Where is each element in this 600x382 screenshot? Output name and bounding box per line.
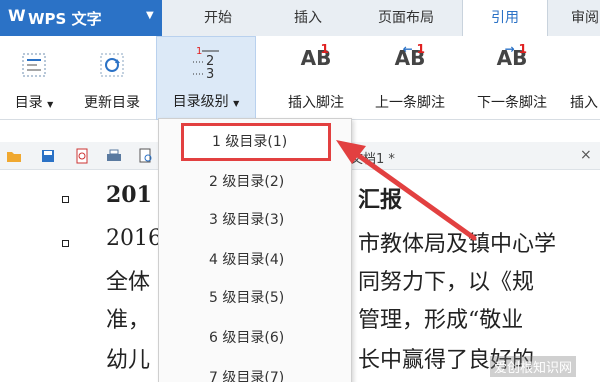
doc-line3-right: 管理，形成“敬业 bbox=[358, 308, 524, 333]
doc-line2-left: 全体 bbox=[106, 270, 151, 295]
tab-page-layout[interactable]: 页面布局 bbox=[364, 0, 448, 36]
prev-footnote-icon: AB ← 1 bbox=[394, 42, 426, 70]
doc-line4-left: 幼儿 bbox=[106, 348, 151, 373]
prev-footnote-label: 上一条脚注 bbox=[375, 95, 445, 111]
export-pdf-icon[interactable] bbox=[74, 148, 90, 164]
toc-level-label: 目录级别 bbox=[172, 94, 229, 110]
update-toc-label: 更新目录 bbox=[84, 95, 140, 111]
toc-level-5-item[interactable]: 5 级目录(5) bbox=[159, 279, 351, 317]
doc-line3-left: 准， bbox=[106, 308, 151, 333]
doc-para-left: 2016 bbox=[106, 226, 162, 251]
toc-icon bbox=[22, 53, 46, 77]
bullet bbox=[62, 196, 69, 203]
print-icon[interactable] bbox=[106, 148, 122, 164]
watermark: 爱创根知识网 bbox=[490, 356, 577, 377]
insert-footnote-button[interactable]: AB 1 插入脚注 bbox=[276, 36, 356, 120]
print-preview-icon[interactable] bbox=[138, 148, 154, 164]
tab-references[interactable]: 引用 bbox=[462, 0, 548, 36]
close-icon[interactable]: × bbox=[580, 147, 592, 163]
svg-text:3: 3 bbox=[206, 67, 214, 79]
update-toc-button[interactable]: 更新目录 bbox=[72, 36, 152, 120]
tab-insert[interactable]: 插入 bbox=[276, 0, 340, 36]
document-tab[interactable]: 文档1 * bbox=[350, 148, 395, 167]
toc-level-2-item[interactable]: 2 级目录(2) bbox=[159, 163, 351, 201]
ribbon: 目录 ▼ 更新目录 1 2 3 目录级别 ▼ AB 1 插入脚注 AB ← 1 上一条… bbox=[0, 36, 600, 120]
open-folder-icon[interactable] bbox=[6, 148, 22, 164]
toc-level-7-item[interactable]: 7 级目录(7) bbox=[159, 359, 351, 382]
toc-button[interactable]: 目录 ▼ bbox=[4, 36, 64, 120]
doc-heading-right: 汇报 bbox=[358, 187, 403, 213]
chevron-down-icon: ▼ bbox=[47, 100, 54, 109]
wps-logo-icon: W bbox=[8, 6, 26, 25]
toc-level-dropdown: 1 级目录(1) 2 级目录(2) 3 级目录(3) 4 级目录(4) 5 级目… bbox=[158, 118, 352, 382]
toc-label: 目录 bbox=[14, 95, 43, 111]
next-footnote-label: 下一条脚注 bbox=[477, 95, 547, 111]
title-bar: W WPS 文字 ▼ 开始 插入 页面布局 引用 审阅 bbox=[0, 0, 600, 36]
doc-line2-right: 同努力下，以《规 bbox=[358, 270, 535, 295]
insert-partial-button[interactable]: 插入 bbox=[570, 36, 600, 120]
toc-level-4-item[interactable]: 4 级目录(4) bbox=[159, 241, 351, 279]
doc-heading-left: 201 bbox=[106, 182, 152, 208]
toc-level-icon: 1 2 3 bbox=[193, 46, 219, 79]
chevron-down-icon: ▼ bbox=[233, 99, 240, 108]
prev-footnote-button[interactable]: AB ← 1 上一条脚注 bbox=[364, 36, 456, 120]
toc-level-1-item[interactable]: 1 级目录(1) bbox=[181, 123, 331, 161]
svg-text:1: 1 bbox=[196, 46, 202, 57]
insert-partial-label: 插入 bbox=[570, 95, 598, 111]
app-menu-button[interactable]: W WPS 文字 ▼ bbox=[0, 0, 162, 36]
doc-para-right: 市教体局及镇中心学 bbox=[358, 232, 557, 257]
next-footnote-icon: AB → 1 bbox=[496, 42, 528, 70]
app-title: WPS 文字 bbox=[28, 10, 102, 28]
insert-footnote-icon: AB 1 bbox=[300, 42, 332, 70]
save-icon[interactable] bbox=[40, 148, 56, 164]
toc-level-button[interactable]: 1 2 3 目录级别 ▼ bbox=[156, 36, 256, 120]
update-toc-icon bbox=[100, 53, 124, 77]
toc-level-6-item[interactable]: 6 级目录(6) bbox=[159, 319, 351, 357]
bullet bbox=[62, 240, 69, 247]
next-footnote-button[interactable]: AB → 1 下一条脚注 bbox=[466, 36, 558, 120]
tab-review[interactable]: 审阅 bbox=[560, 0, 600, 36]
toc-level-3-item[interactable]: 3 级目录(3) bbox=[159, 201, 351, 239]
chevron-down-icon: ▼ bbox=[146, 10, 154, 21]
insert-footnote-label: 插入脚注 bbox=[288, 95, 344, 111]
tab-home[interactable]: 开始 bbox=[186, 0, 250, 36]
